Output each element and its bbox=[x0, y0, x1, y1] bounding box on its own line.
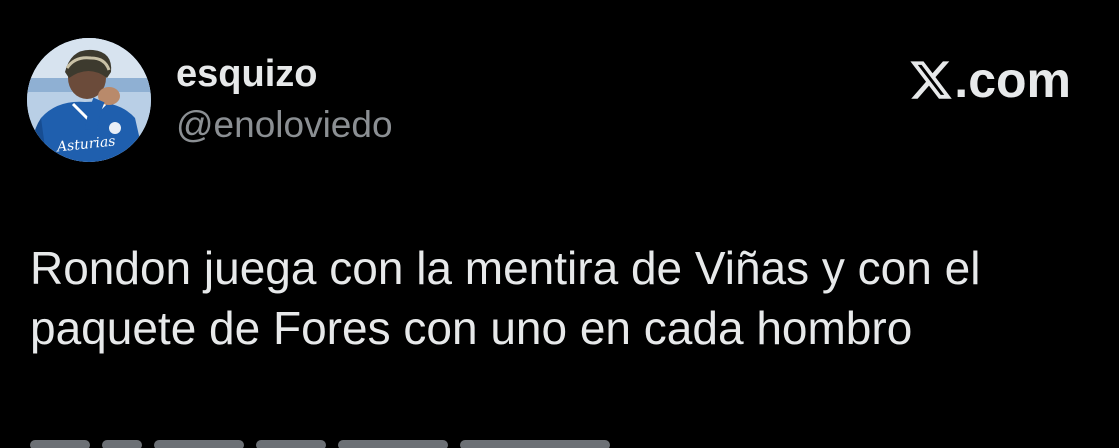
cut-off-metadata-line bbox=[30, 436, 630, 448]
tweet-card: Asturias esquizo @enoloviedo .com Rondon… bbox=[0, 0, 1119, 448]
avatar-image: Asturias bbox=[27, 38, 151, 162]
display-name[interactable]: esquizo bbox=[176, 55, 317, 93]
brand-watermark: .com bbox=[908, 55, 1071, 105]
brand-domain-text: .com bbox=[954, 52, 1071, 108]
user-handle[interactable]: @enoloviedo bbox=[176, 106, 393, 143]
tweet-text-line: Rondon juega con la mentira de Viñas y c… bbox=[30, 242, 981, 294]
tweet-text: Rondon juega con la mentira de Viñas y c… bbox=[30, 238, 1070, 358]
avatar[interactable]: Asturias bbox=[27, 38, 151, 162]
tweet-text-line: paquete de Fores con uno en cada hombro bbox=[30, 302, 913, 354]
x-logo-icon bbox=[910, 61, 953, 99]
